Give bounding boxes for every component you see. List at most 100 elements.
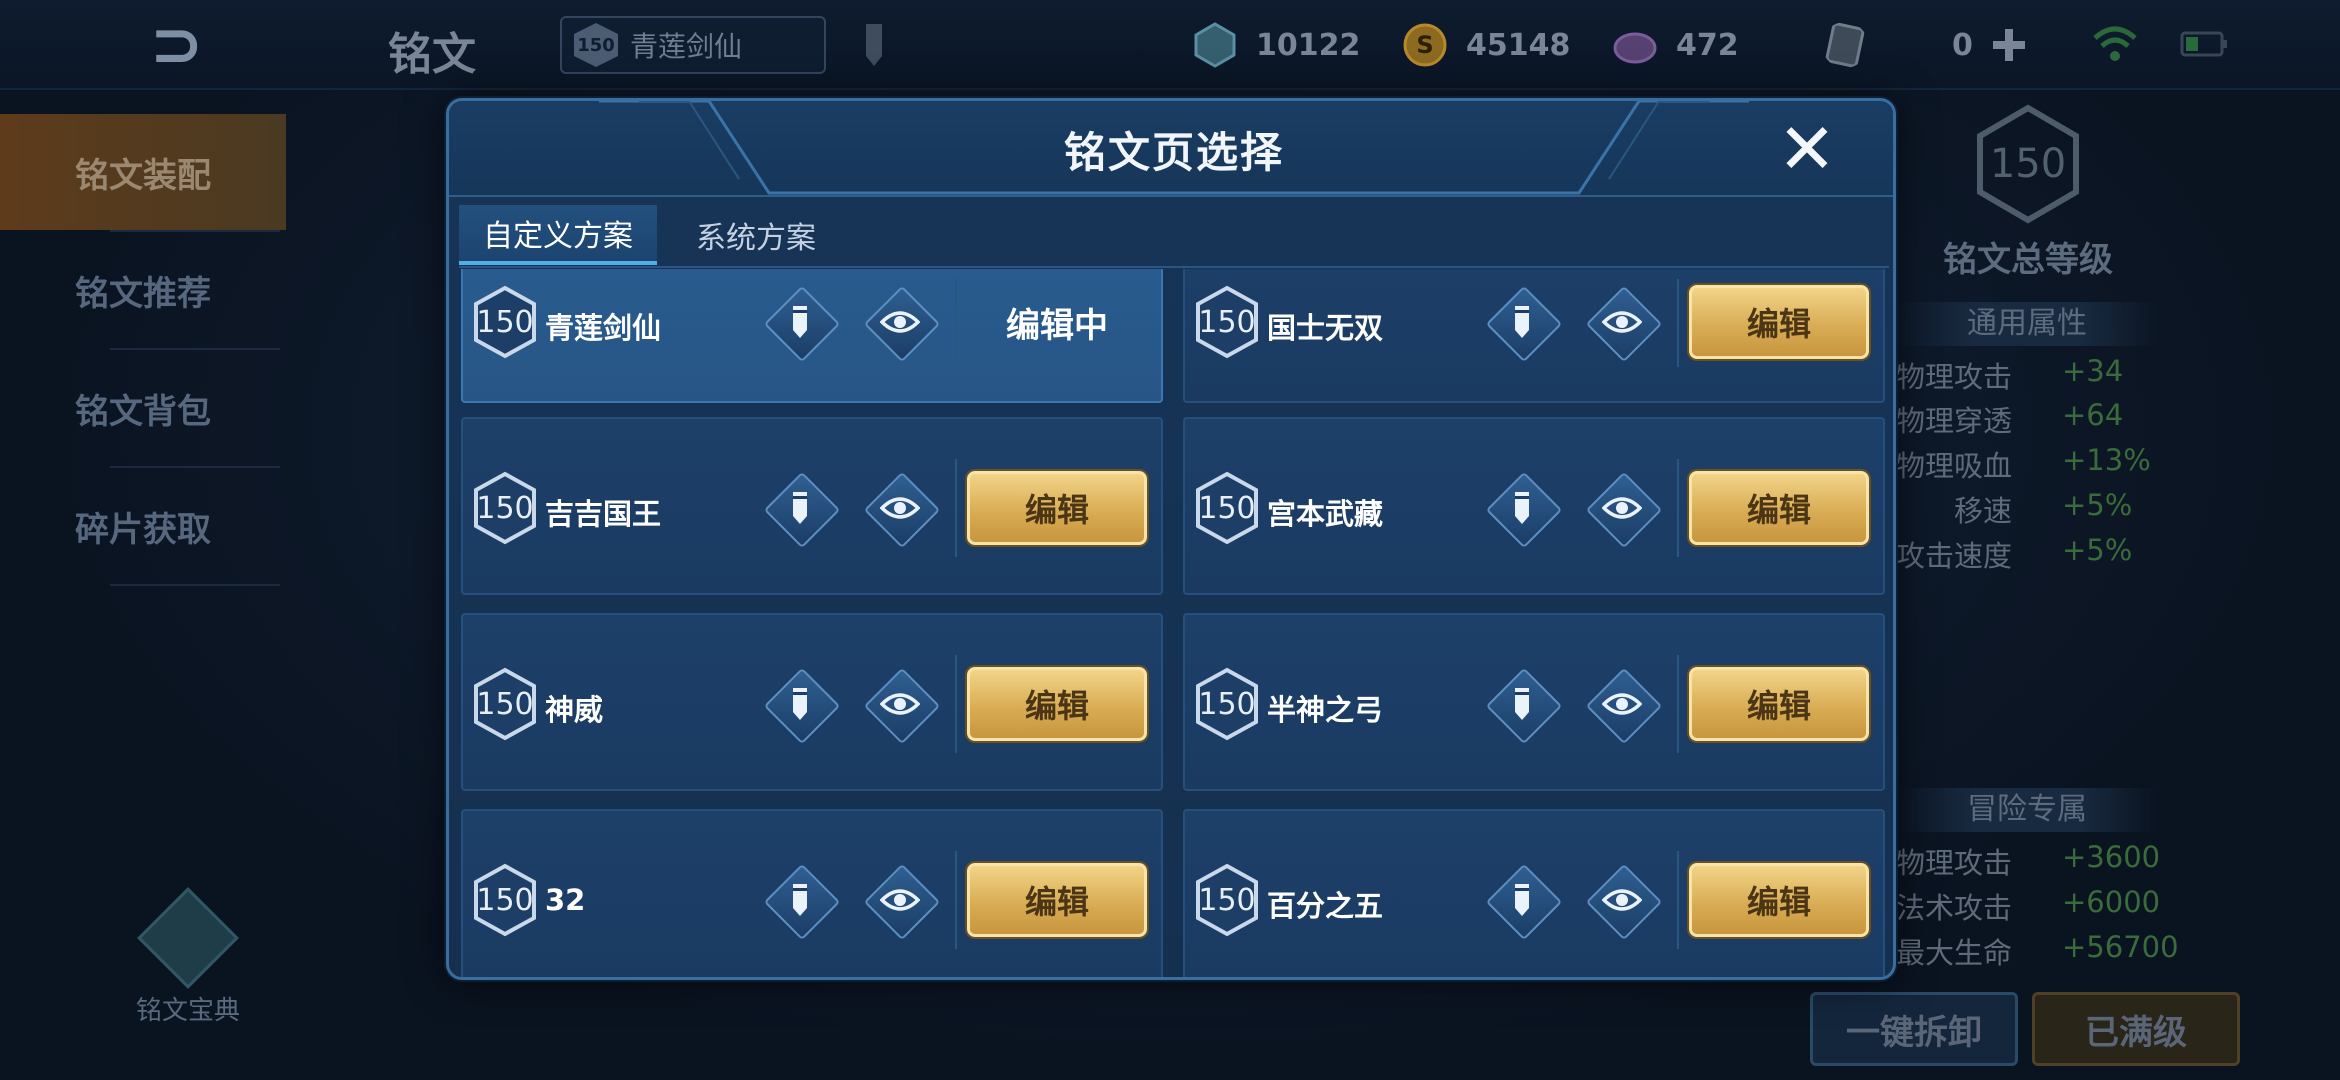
sidebar-item-recommend[interactable]: 铭文推荐 [0,232,286,348]
edit-button[interactable]: 编辑 [1689,863,1869,937]
eye-icon [1602,693,1642,715]
rune-page-name: 国士无双 [1267,311,1384,345]
rune-page-card[interactable]: 150 百分之五 编辑 [1183,809,1885,977]
edit-button[interactable]: 编辑 [1689,285,1869,359]
card-divider [955,459,957,557]
eye-icon [1602,497,1642,519]
attr-row: 物理穿透 +64 [1895,398,2124,438]
close-icon[interactable]: ✕ [1771,113,1843,185]
general-attr-header: 通用属性 [1896,302,2158,346]
edit-button[interactable]: 编辑 [967,667,1147,741]
back-icon[interactable]: ⊃ [150,13,250,77]
preview-button[interactable] [1585,471,1659,545]
tab-custom-plan[interactable]: 自定义方案 [459,205,657,265]
card-divider [955,851,957,949]
level-badge: 150 [473,285,537,359]
wifi-icon [2093,26,2137,61]
preview-button[interactable] [1585,863,1659,937]
card-divider [955,279,957,367]
preview-button[interactable] [863,863,937,937]
unequip-all-button[interactable]: 一键拆卸 [1810,992,2018,1066]
crystal-icon [1613,32,1657,64]
preview-button[interactable] [1585,285,1659,359]
add-icon[interactable] [1991,27,2027,63]
sidebar-item-equip[interactable]: 铭文装配 [0,114,286,230]
attr-row: 攻击速度 +5% [1895,533,2133,573]
resource-gem: 10122 [1192,18,1360,72]
rune-page-name: 神威 [545,693,604,727]
rune-page-card[interactable]: 150 32 编辑 [461,809,1163,977]
pencil-icon [1515,688,1529,720]
card-divider [1677,459,1679,557]
rune-page-select-dialog: 铭文页选择 ✕ 自定义方案 系统方案 150 青莲剑仙 编辑中 150 国士无双… [446,98,1896,980]
rune-page-list[interactable]: 150 青莲剑仙 编辑中 150 国士无双 编辑 150 吉吉国王 编辑 150… [461,269,1887,977]
rename-button[interactable] [1485,471,1559,545]
rune-page-card[interactable]: 150 半神之弓 编辑 [1183,613,1885,791]
page-title: 铭文 [388,29,476,80]
card-divider [955,655,957,753]
rune-page-name: 32 [545,883,586,917]
pencil-icon [1515,492,1529,524]
edit-button[interactable]: 编辑 [1689,471,1869,545]
book-icon [137,887,239,989]
hero-selector[interactable]: 150 青莲剑仙 [560,16,826,74]
rename-pencil-icon[interactable] [852,18,896,72]
rune-page-card[interactable]: 150 神威 编辑 [461,613,1163,791]
edit-button[interactable]: 编辑 [967,863,1147,937]
pencil-icon [793,688,807,720]
rename-button[interactable] [763,285,837,359]
rune-page-card[interactable]: 150 国士无双 编辑 [1183,269,1885,403]
tab-system-plan[interactable]: 系统方案 [657,205,855,265]
top-bar: ⊃ 铭文 150 青莲剑仙 10122 S 45148 472 0 [0,0,2340,90]
total-level-title: 铭文总等级 [1943,240,2113,280]
rename-button[interactable] [763,471,837,545]
rename-button[interactable] [1485,667,1559,741]
eye-icon [880,693,920,715]
pencil-icon [793,884,807,916]
rename-button[interactable] [1485,863,1559,937]
rename-button[interactable] [763,667,837,741]
pencil-icon [1515,306,1529,338]
rename-button[interactable] [763,863,837,937]
gem-icon [1194,22,1236,68]
gold-coin-icon: S [1403,23,1447,67]
max-level-button[interactable]: 已满级 [2032,992,2240,1066]
preview-button[interactable] [863,285,937,359]
eye-icon [880,889,920,911]
pencil-icon [793,306,807,338]
preview-button[interactable] [863,471,937,545]
eye-icon [880,497,920,519]
rune-page-name: 百分之五 [1267,889,1384,923]
rune-codex-button[interactable]: 铭文宝典 [128,887,248,1052]
edit-button[interactable]: 编辑 [1689,667,1869,741]
level-badge: 150 [473,667,537,741]
resource-card [1822,18,1868,72]
tab-underline [459,266,1889,268]
resource-crystal: 472 [1612,18,1739,72]
svg-text:S: S [1416,31,1433,59]
preview-button[interactable] [863,667,937,741]
rename-button[interactable] [1485,285,1559,359]
level-badge-icon: 150 [574,23,618,67]
edit-button[interactable]: 编辑 [967,471,1147,545]
resource-card-count: 0 [1952,18,2027,72]
level-badge: 150 [1195,285,1259,359]
eye-icon [1602,311,1642,333]
rune-codex-label: 铭文宝典 [135,996,240,1026]
pencil-icon [793,492,807,524]
rune-page-card[interactable]: 150 吉吉国王 编辑 [461,417,1163,595]
dialog-header: 铭文页选择 ✕ [449,101,1893,197]
level-badge: 150 [473,863,537,937]
preview-button[interactable] [1585,667,1659,741]
sidebar-item-backpack[interactable]: 铭文背包 [0,350,286,466]
plan-tabs: 自定义方案 系统方案 [459,205,855,265]
rune-page-card[interactable]: 150 青莲剑仙 编辑中 [461,269,1163,403]
sidebar-item-fragments[interactable]: 碎片获取 [0,468,286,584]
rune-page-name: 吉吉国王 [545,497,662,531]
battery-icon [2180,31,2227,57]
rune-page-card[interactable]: 150 宫本武藏 编辑 [1183,417,1885,595]
attr-row: 物理攻击 +34 [1895,354,2124,394]
level-badge: 150 [1195,667,1259,741]
level-badge: 150 [1195,471,1259,545]
rune-page-name: 半神之弓 [1267,693,1384,727]
